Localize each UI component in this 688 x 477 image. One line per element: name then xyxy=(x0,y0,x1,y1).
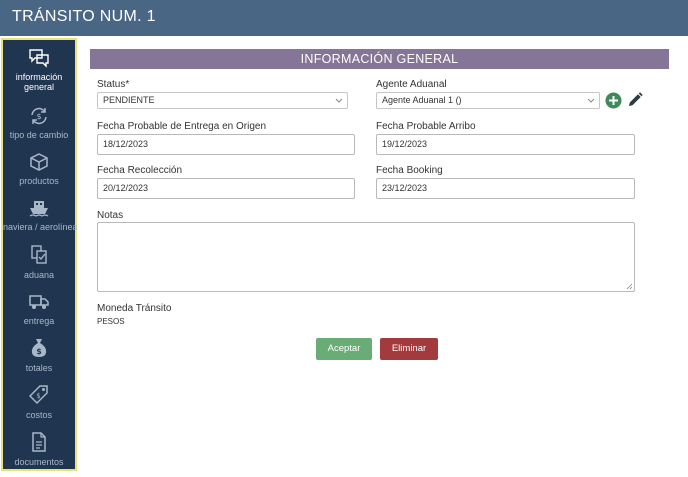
sidebar-item-label: tipo de cambio xyxy=(9,130,69,140)
currency-exchange-icon: $ xyxy=(31,107,47,125)
moneda-label: Moneda Tránsito xyxy=(97,303,172,314)
accept-button[interactable]: Aceptar xyxy=(316,338,372,360)
truck-icon xyxy=(29,295,49,309)
sidebar-item-label: aduana xyxy=(23,270,55,280)
fecha-arribo-label: Fecha Probable Arribo xyxy=(376,121,476,132)
notas-textarea[interactable] xyxy=(97,222,635,292)
sidebar-item-tipo-de-cambio[interactable]: $ tipo de cambio xyxy=(3,106,75,140)
svg-text:$: $ xyxy=(36,347,42,356)
sidebar-item-costos[interactable]: $ costos xyxy=(3,384,75,420)
moneda-value: PESOS xyxy=(97,317,125,326)
sidebar-item-totales[interactable]: $ totales xyxy=(3,337,75,373)
fecha-entrega-label: Fecha Probable de Entrega en Origen xyxy=(97,121,266,132)
top-bar: TRÁNSITO NUM. 1 xyxy=(0,0,688,36)
sidebar: información general $ tipo de cambio pro… xyxy=(1,38,78,471)
agente-aduanal-value: Agente Aduanal 1 () xyxy=(382,95,462,105)
agente-aduanal-select[interactable]: Agente Aduanal 1 () xyxy=(376,92,600,109)
customs-documents-icon xyxy=(31,245,47,264)
fecha-entrega-input[interactable]: 18/12/2023 xyxy=(97,134,355,155)
section-title: INFORMACIÓN GENERAL xyxy=(90,49,669,69)
ship-icon xyxy=(29,201,49,217)
sidebar-item-label: productos xyxy=(19,176,59,186)
svg-text:$: $ xyxy=(36,112,41,121)
status-select[interactable]: PENDIENTE xyxy=(97,92,348,109)
status-value: PENDIENTE xyxy=(103,95,155,105)
fecha-recoleccion-label: Fecha Recolección xyxy=(97,165,183,176)
notas-label: Notas xyxy=(97,210,124,221)
fecha-arribo-input[interactable]: 19/12/2023 xyxy=(376,134,635,155)
sidebar-item-label: costos xyxy=(25,410,52,420)
add-icon[interactable] xyxy=(605,92,622,109)
box-icon xyxy=(30,153,48,171)
page-title: TRÁNSITO NUM. 1 xyxy=(12,8,156,25)
svg-text:$: $ xyxy=(36,392,40,400)
sidebar-item-label: información xyxy=(15,72,63,82)
sidebar-item-naviera-aerolinea[interactable]: naviera / aerolínea xyxy=(3,198,78,232)
agente-aduanal-label: Agente Aduanal xyxy=(376,79,447,90)
resize-grip-icon[interactable] xyxy=(626,283,633,290)
delete-button[interactable]: Eliminar xyxy=(380,338,438,360)
sidebar-item-label: totales xyxy=(25,363,53,373)
fecha-recoleccion-input[interactable]: 20/12/2023 xyxy=(97,178,355,199)
document-icon xyxy=(32,432,46,452)
money-bag-icon: $ xyxy=(31,339,47,357)
sidebar-item-aduana[interactable]: aduana xyxy=(3,244,75,280)
chevron-down-icon xyxy=(335,98,343,103)
sidebar-item-informacion-general[interactable]: información general xyxy=(3,48,75,92)
chat-bubble-icon xyxy=(29,49,49,68)
sidebar-item-label: naviera / aerolínea xyxy=(3,222,78,232)
status-label: Status* xyxy=(97,79,130,90)
sidebar-item-label: documentos xyxy=(14,457,64,467)
edit-pencil-icon[interactable] xyxy=(627,92,643,108)
sidebar-item-label: general xyxy=(23,82,55,92)
sidebar-item-productos[interactable]: productos xyxy=(3,152,75,186)
sidebar-item-label: entrega xyxy=(23,316,55,326)
sidebar-item-documentos[interactable]: documentos xyxy=(3,431,75,467)
chevron-down-icon xyxy=(587,98,595,103)
main-panel: INFORMACIÓN GENERAL Status* PENDIENTE Ag… xyxy=(78,36,688,477)
price-tag-icon: $ xyxy=(29,385,48,405)
fecha-booking-input[interactable]: 23/12/2023 xyxy=(376,178,635,199)
sidebar-item-entrega[interactable]: entrega xyxy=(3,292,75,326)
fecha-booking-label: Fecha Booking xyxy=(376,165,443,176)
